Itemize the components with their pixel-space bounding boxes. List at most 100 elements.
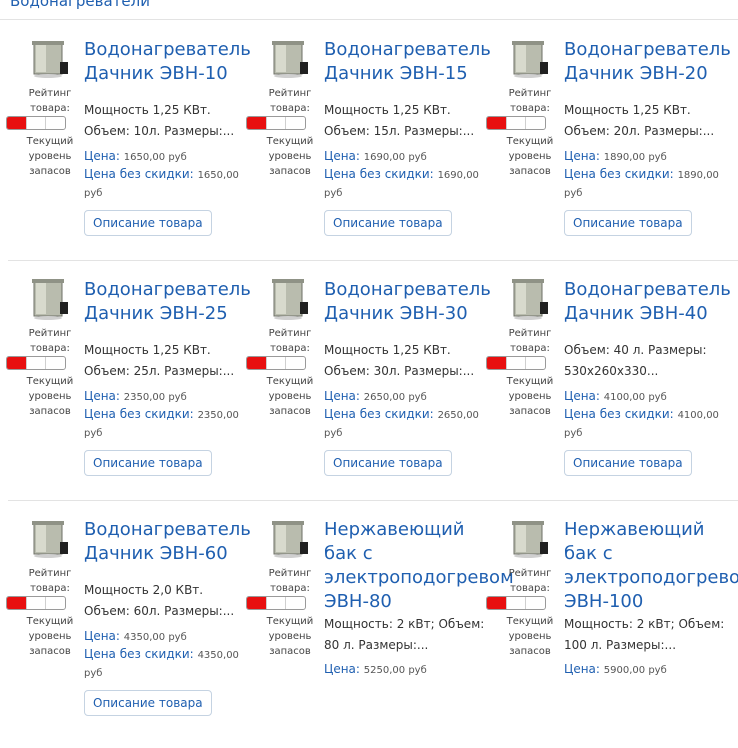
product-title-link[interactable]: Водонагреватель Дачник ЭВН-15	[324, 38, 514, 86]
stock-level-segment	[247, 357, 267, 369]
title-line[interactable]: Дачник ЭВН-30	[324, 303, 468, 324]
product-image[interactable]	[268, 278, 312, 320]
product-image[interactable]	[28, 38, 72, 80]
stock-level-segment	[7, 117, 27, 129]
title-line[interactable]: Водонагреватель	[564, 279, 731, 300]
title-line[interactable]: электроподогревом	[324, 567, 514, 588]
price-value: 2350,00 руб	[123, 392, 187, 403]
product-description-button[interactable]: Описание товара	[84, 210, 212, 236]
title-line[interactable]: ЭВН-100	[564, 591, 643, 612]
title-line[interactable]: электроподогревом	[564, 567, 738, 588]
title-line[interactable]: Водонагреватель	[324, 39, 491, 60]
product-image[interactable]	[508, 278, 552, 320]
stock-label: Текущий уровень запасов	[26, 376, 74, 417]
title-line[interactable]: ЭВН-80	[324, 591, 392, 612]
title-line[interactable]: Водонагреватель	[324, 279, 491, 300]
stock-level-segment	[27, 357, 47, 369]
price-block: Цена: 4350,00 руб Цена без скидки: 4350,0…	[84, 628, 244, 682]
title-line[interactable]: Водонагреватель	[84, 519, 251, 540]
stock-level-segment	[267, 597, 287, 609]
product-description: Мощность 2,0 КВт. Объем: 60л. Размеры:...	[84, 580, 244, 622]
product-title-link[interactable]: Водонагреватель Дачник ЭВН-30	[324, 278, 514, 326]
rating-label: Рейтинг товара:	[268, 568, 312, 594]
price-block: Цена: 2350,00 руб Цена без скидки: 2350,0…	[84, 388, 244, 442]
stock-level-segment	[247, 117, 267, 129]
water-heater-image	[272, 279, 308, 320]
desc-line: Объем: 30л. Размеры:...	[324, 364, 475, 378]
title-line[interactable]: Водонагреватель	[84, 39, 251, 60]
price-block: Цена: 5250,00 руб	[324, 661, 484, 679]
stock-level-bar	[246, 596, 306, 610]
product-image[interactable]	[28, 518, 72, 560]
product-description-button[interactable]: Описание товара	[84, 450, 212, 476]
price-block: Цена: 1690,00 руб Цена без скидки: 1690,0…	[324, 148, 484, 202]
title-line[interactable]: Дачник ЭВН-20	[564, 63, 708, 84]
title-line[interactable]: Дачник ЭВН-40	[564, 303, 708, 324]
product-description: Мощность: 2 кВт; Объем: 80 л. Размеры:...	[324, 614, 484, 656]
stock-level-bar	[6, 116, 66, 130]
stock-level-bar	[246, 356, 306, 370]
product-title-link[interactable]: Нержавеющий бак с электроподогревом ЭВН-100	[564, 518, 738, 614]
price-block: Цена: 5900,00 руб	[564, 661, 724, 679]
rating-label: Рейтинг товара:	[268, 328, 312, 354]
price-block: Цена: 1650,00 руб Цена без скидки: 1650,0…	[84, 148, 244, 202]
price-block: Цена: 4100,00 руб Цена без скидки: 4100,0…	[564, 388, 724, 442]
stock-level-segment	[286, 117, 305, 129]
title-line[interactable]: Нержавеющий	[324, 519, 464, 540]
stock-label: Текущий уровень запасов	[266, 616, 314, 657]
desc-line: Объем: 15л. Размеры:...	[324, 124, 475, 138]
price-label: Цена:	[324, 389, 360, 403]
stock-level-segment	[286, 597, 305, 609]
product-description-button[interactable]: Описание товара	[324, 210, 452, 236]
desc-line: Мощность 1,25 КВт.	[324, 343, 451, 357]
product-card: Рейтинг товара: Текущий уровень запасов Во…	[486, 278, 738, 508]
product-description-button[interactable]: Описание товара	[84, 690, 212, 716]
product-image[interactable]	[508, 38, 552, 80]
price-value: 4350,00 руб	[123, 632, 187, 643]
stock-level-segment	[267, 357, 287, 369]
water-heater-image	[272, 41, 308, 78]
price-value: 1890,00 руб	[603, 152, 667, 163]
title-line[interactable]: Дачник ЭВН-60	[84, 543, 228, 564]
product-title-link[interactable]: Водонагреватель Дачник ЭВН-25	[84, 278, 274, 326]
product-card: Рейтинг товара: Текущий уровень запасов Во…	[486, 38, 738, 268]
product-title-link[interactable]: Водонагреватель Дачник ЭВН-20	[564, 38, 738, 86]
desc-line: Мощность: 2 кВт; Объем:	[324, 617, 484, 631]
water-heater-image	[512, 41, 548, 78]
title-line[interactable]: бак с	[564, 543, 613, 564]
stock-label: Текущий уровень запасов	[26, 136, 74, 177]
title-line[interactable]: Нержавеющий	[564, 519, 704, 540]
price-label: Цена:	[84, 629, 120, 643]
rating-label: Рейтинг товара:	[28, 568, 72, 594]
desc-line: Мощность: 2 кВт; Объем:	[564, 617, 724, 631]
stock-level-segment	[46, 597, 65, 609]
stock-level-segment	[46, 357, 65, 369]
title-line[interactable]: Дачник ЭВН-25	[84, 303, 228, 324]
product-title-link[interactable]: Водонагреватель Дачник ЭВН-10	[84, 38, 274, 86]
product-description-button[interactable]: Описание товара	[564, 210, 692, 236]
title-line[interactable]: Дачник ЭВН-10	[84, 63, 228, 84]
product-image[interactable]	[508, 518, 552, 560]
stock-level-segment	[247, 597, 267, 609]
water-heater-image	[512, 521, 548, 558]
stock-level-bar	[6, 596, 66, 610]
product-image[interactable]	[268, 38, 312, 80]
stock-level-segment	[487, 597, 507, 609]
product-description-button[interactable]: Описание товара	[324, 450, 452, 476]
product-description-button[interactable]: Описание товара	[564, 450, 692, 476]
product-title-link[interactable]: Водонагреватель Дачник ЭВН-40	[564, 278, 738, 326]
product-description: Мощность: 2 кВт; Объем: 100 л. Размеры:..…	[564, 614, 724, 656]
desc-line: Объем: 10л. Размеры:...	[84, 124, 235, 138]
stock-level-segment	[286, 357, 305, 369]
divider	[0, 19, 738, 20]
desc-line: 80 л. Размеры:...	[324, 638, 429, 652]
title-line[interactable]: Водонагреватель	[84, 279, 251, 300]
title-line[interactable]: бак с	[324, 543, 373, 564]
title-line[interactable]: Водонагреватель	[564, 39, 731, 60]
product-title-link[interactable]: Водонагреватель Дачник ЭВН-60	[84, 518, 274, 566]
product-image[interactable]	[268, 518, 312, 560]
title-line[interactable]: Дачник ЭВН-15	[324, 63, 468, 84]
water-heater-image	[512, 279, 548, 320]
product-image[interactable]	[28, 278, 72, 320]
product-card: Рейтинг товара: Текущий уровень запасов Во…	[6, 278, 260, 508]
